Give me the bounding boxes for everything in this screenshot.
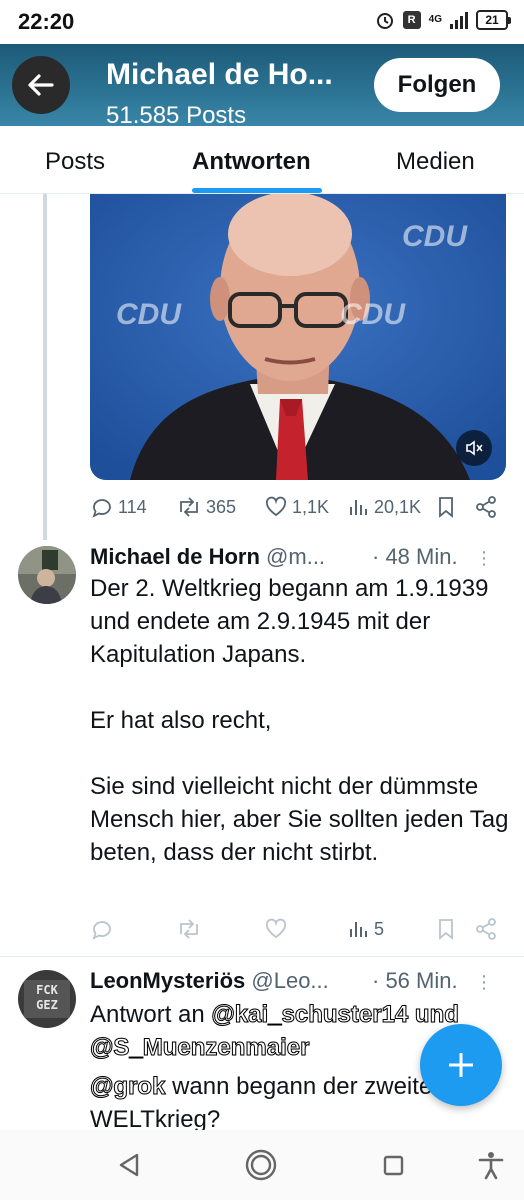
author-name[interactable]: Michael de Horn: [90, 544, 260, 569]
bookmark-icon[interactable]: [436, 495, 456, 519]
more-options-icon[interactable]: ⋮: [475, 972, 493, 993]
heart-icon: [265, 496, 287, 517]
heart-icon[interactable]: [264, 917, 288, 941]
views-button[interactable]: 20,1K: [348, 495, 421, 519]
views-icon: [350, 500, 367, 515]
mention-link[interactable]: @grok: [89, 1073, 165, 1101]
tweet-time: · 48 Min.: [372, 544, 458, 569]
alarm-icon: [376, 13, 393, 29]
arrow-left-icon: [28, 74, 54, 96]
reply-count: 114: [118, 496, 147, 517]
avatar[interactable]: FCK GEZ: [18, 970, 76, 1028]
video-player[interactable]: CDU CDU CDU: [90, 194, 506, 480]
thread-connector-line: [43, 194, 47, 540]
back-triangle-icon[interactable]: [112, 1148, 146, 1182]
reply-button[interactable]: 114: [90, 495, 147, 519]
view-count: 20,1K: [374, 496, 422, 517]
status-bar: 22:20 R 4G 21: [0, 0, 524, 44]
post-actions: 114 365 1,1K 20,1K: [90, 492, 500, 522]
battery-level: 21: [485, 13, 499, 27]
reply-mention-link[interactable]: @S_Muenzenmaier: [89, 1034, 309, 1062]
reply-icon: [92, 499, 111, 518]
network-type: 4G: [428, 14, 442, 25]
tab-replies[interactable]: Antworten: [192, 148, 311, 176]
system-nav-bar: [0, 1130, 524, 1200]
author-handle: @Leo...: [251, 968, 329, 993]
reply-mention-link[interactable]: @kai_schuster14 und: [211, 1001, 459, 1029]
profile-name: Michael de Ho...: [106, 58, 333, 91]
network-badge-icon: R: [402, 11, 421, 29]
status-icons: R 4G 21: [375, 10, 511, 30]
author-name[interactable]: LeonMysteriös: [90, 968, 245, 993]
avatar-text: FCK GEZ: [36, 983, 58, 1012]
avatar[interactable]: [18, 546, 76, 604]
share-icon[interactable]: [474, 495, 498, 519]
tweet-header: Michael de Horn @m... · 48 Min. ⋮: [90, 544, 500, 570]
views-icon: [350, 922, 367, 937]
video-overlay-text: CDU: [402, 220, 467, 253]
tweet-paragraph: Der 2. Weltkrieg begann am 1.9.1939 und …: [90, 575, 489, 668]
author-handle: @m...: [266, 544, 326, 569]
tweet-header: LeonMysteriös @Leo... · 56 Min. ⋮: [90, 968, 500, 994]
tab-posts[interactable]: Posts: [45, 148, 105, 176]
tweet-time: · 56 Min.: [372, 968, 458, 993]
like-count: 1,1K: [292, 496, 330, 517]
video-overlay-text: CDU: [340, 298, 405, 331]
tab-media[interactable]: Medien: [396, 148, 475, 176]
video-overlay-text: CDU: [116, 298, 181, 331]
reply-icon[interactable]: [90, 917, 114, 941]
views-button[interactable]: 5: [348, 917, 384, 941]
like-button[interactable]: 1,1K: [264, 495, 329, 519]
back-button[interactable]: [12, 56, 70, 114]
avatar-image: [18, 546, 76, 604]
tweet-divider: [0, 956, 524, 957]
reply-prefix: Antwort an: [90, 1001, 205, 1028]
speaker-muted-icon: [466, 440, 483, 456]
recents-square-icon[interactable]: [376, 1148, 410, 1182]
follow-button[interactable]: Folgen: [374, 58, 500, 112]
repost-count: 365: [206, 496, 237, 517]
repost-icon: [180, 497, 198, 517]
share-icon[interactable]: [474, 917, 498, 941]
active-tab-indicator: [192, 188, 322, 193]
mute-button[interactable]: [456, 430, 492, 466]
plus-icon: [449, 1053, 473, 1077]
tweet-text-line: wann begann der zweite: [165, 1073, 433, 1100]
profile-header: Michael de Ho... 51.585 Posts Folgen: [0, 44, 524, 126]
tweet-paragraph: Er hat also recht,: [90, 707, 272, 734]
repost-icon[interactable]: [176, 917, 202, 941]
repost-button[interactable]: 365: [176, 495, 236, 519]
bookmark-icon[interactable]: [436, 917, 456, 941]
accessibility-icon[interactable]: [474, 1148, 508, 1182]
profile-post-count: 51.585 Posts: [106, 102, 247, 126]
view-count: 5: [374, 918, 385, 939]
compose-button[interactable]: [420, 1024, 502, 1106]
post-actions: 5: [90, 914, 500, 944]
more-options-icon[interactable]: ⋮: [475, 548, 493, 569]
battery-icon: 21: [476, 10, 511, 30]
status-time: 22:20: [18, 9, 75, 34]
tweet-paragraph: Sie sind vielleicht nicht der dümmste Me…: [90, 773, 509, 866]
profile-tabs: Posts Antworten Medien: [0, 126, 524, 194]
home-circle-icon[interactable]: [244, 1148, 278, 1182]
tweet-text: Der 2. Weltkrieg begann am 1.9.1939 und …: [90, 572, 510, 869]
signal-icon: [450, 11, 468, 29]
